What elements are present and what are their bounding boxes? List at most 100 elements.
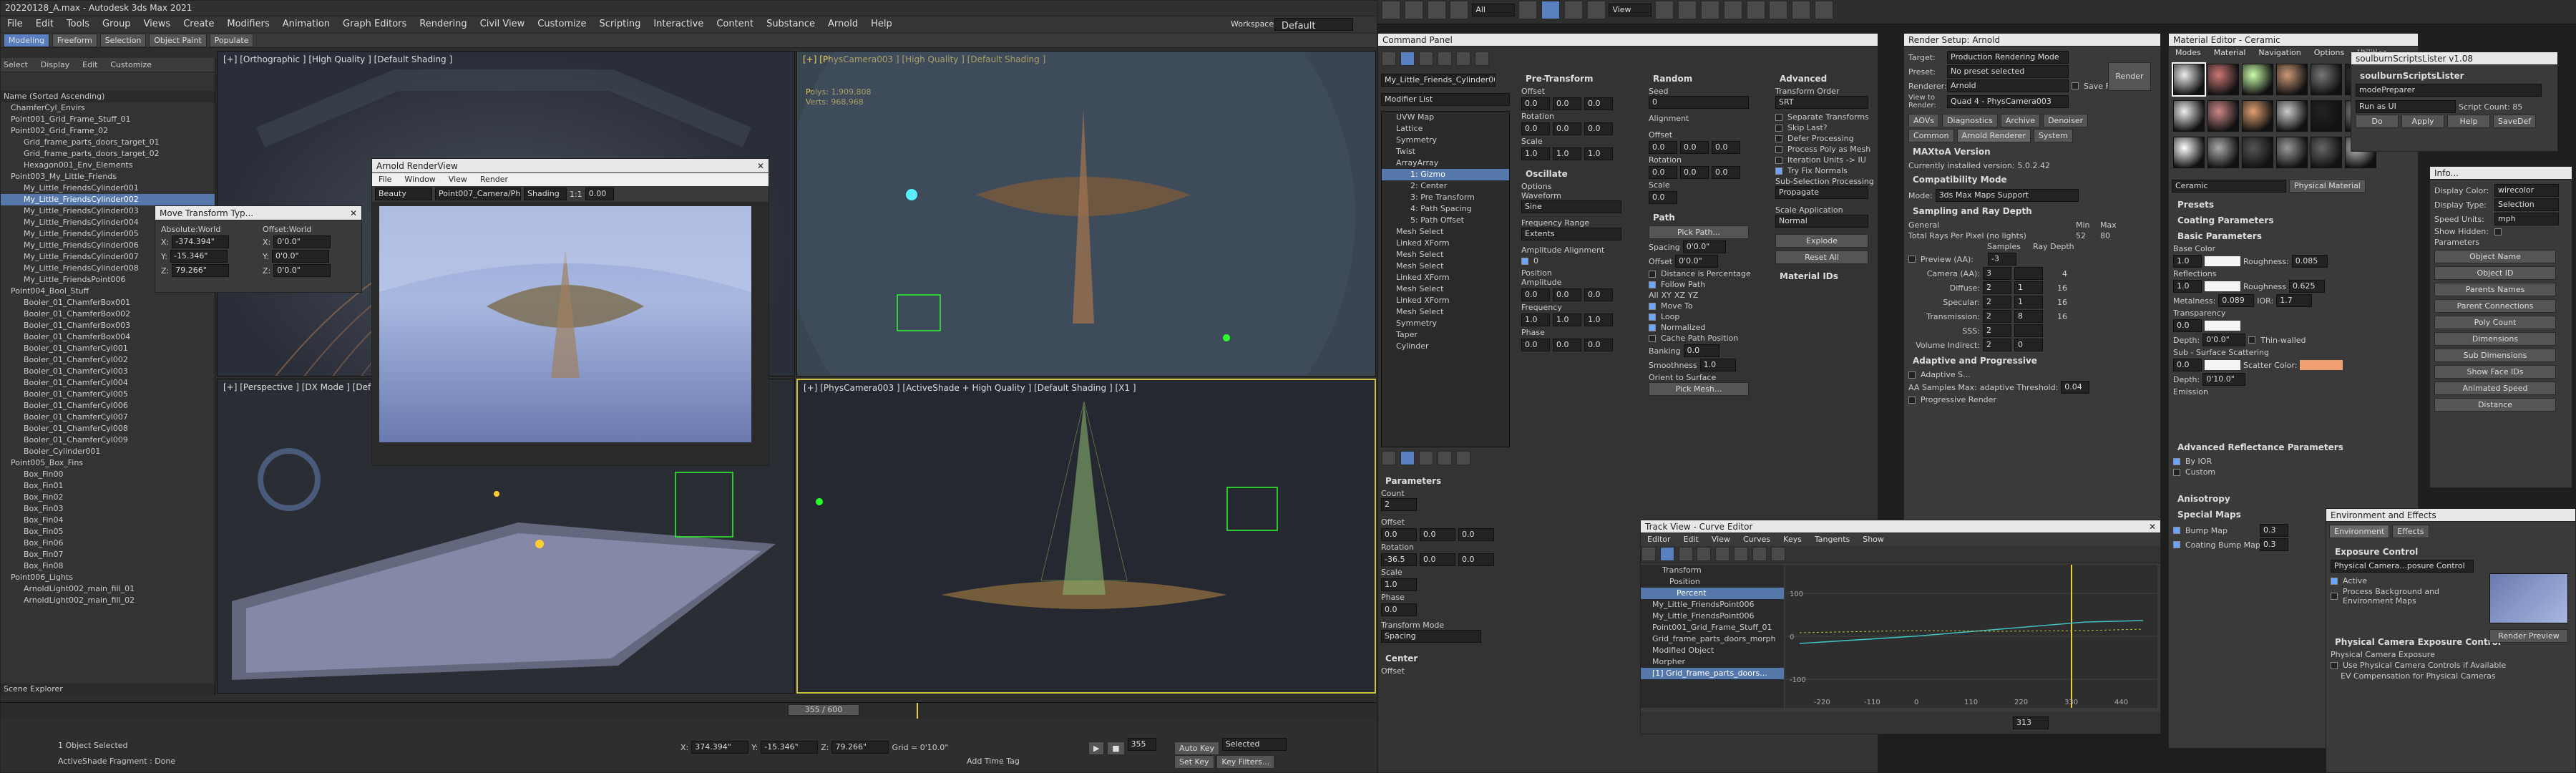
- track-tree-item[interactable]: [1] Grid_frame_parts_doors...: [1641, 668, 1784, 679]
- oscillate-header[interactable]: Oscillate: [1521, 166, 1643, 182]
- menu-group[interactable]: Group: [96, 16, 137, 32]
- material-slot[interactable]: [2242, 64, 2273, 95]
- normalized-checkbox[interactable]: [1649, 324, 1656, 331]
- sampling-samples-field[interactable]: 2: [1983, 296, 2011, 308]
- pt-offset-x[interactable]: 0.0: [1521, 97, 1550, 110]
- param-offset-z[interactable]: 0.0: [1458, 528, 1494, 541]
- se-item[interactable]: Grid_frame_parts_doors_target_01: [1, 137, 215, 148]
- preset-select[interactable]: No preset selected: [1947, 65, 2069, 78]
- save-file-checkbox[interactable]: [2072, 82, 2079, 89]
- skip-last-checkbox[interactable]: [1775, 124, 1782, 132]
- rand-off-y[interactable]: 0.0: [1680, 141, 1709, 154]
- key-filters-button[interactable]: Key Filters...: [1216, 755, 1275, 769]
- sss-depth-field[interactable]: 0'10.0": [2202, 373, 2246, 386]
- se-item[interactable]: My_Little_FriendsCylinder002: [1, 194, 215, 205]
- se-item[interactable]: My_Little_FriendsCylinder001: [1, 183, 215, 194]
- ribbon-tab-modeling[interactable]: Modeling: [4, 34, 50, 47]
- material-slot[interactable]: [2311, 64, 2342, 95]
- presets-header[interactable]: Presets: [2173, 197, 2414, 213]
- run-as-select[interactable]: Run as UI: [2356, 100, 2456, 113]
- rand-rot-z[interactable]: 0.0: [1712, 166, 1740, 179]
- pt-rot-z[interactable]: 0.0: [1584, 122, 1613, 135]
- exposure-value[interactable]: 0.00: [585, 188, 614, 200]
- curve-graph[interactable]: 100 0 -100 -220 -110 0 110 220 330 440: [1785, 565, 2157, 708]
- track-tree-item[interactable]: Modified Object: [1641, 645, 1784, 656]
- use-phys-checkbox[interactable]: [2331, 661, 2338, 669]
- progressive-checkbox[interactable]: [1908, 396, 1916, 404]
- menu-substance[interactable]: Substance: [760, 16, 821, 32]
- compat-select[interactable]: 3ds Max Maps Support: [1935, 189, 2079, 202]
- track-tree-item[interactable]: Transform: [1641, 565, 1784, 576]
- se-item[interactable]: Box_Fin02: [1, 492, 215, 503]
- sss-weight[interactable]: 0.0: [2173, 359, 2202, 371]
- me-menu-material[interactable]: Material: [2207, 47, 2253, 59]
- abs-y-field[interactable]: -15.346": [170, 250, 228, 263]
- banking-field[interactable]: 0.0: [1683, 344, 1719, 357]
- modifier-stack-item[interactable]: Mesh Select: [1382, 283, 1509, 295]
- rv-menu-file[interactable]: File: [372, 173, 398, 186]
- menu-rendering[interactable]: Rendering: [413, 16, 473, 32]
- soulburn-do-button[interactable]: Do: [2356, 115, 2399, 128]
- osc-amp-z[interactable]: 0.0: [1584, 288, 1613, 301]
- object-name-field[interactable]: My_Little_Friends_Cylinder002: [1381, 74, 1496, 87]
- selected-dropdown[interactable]: Selected: [1221, 738, 1287, 751]
- material-editor-icon[interactable]: [1769, 1, 1788, 19]
- modifier-stack-item[interactable]: Lattice: [1382, 123, 1509, 135]
- se-item[interactable]: Booler_01_ChamferCyl008: [1, 423, 215, 434]
- osc-phase-y[interactable]: 0.0: [1553, 339, 1581, 351]
- motion-tab-icon[interactable]: [1438, 52, 1452, 66]
- scatter-color-swatch[interactable]: [2300, 360, 2343, 370]
- sampling-depth-field[interactable]: [2014, 267, 2043, 280]
- osc-freq-range-select[interactable]: Extents: [1521, 228, 1621, 240]
- tab-denoiser[interactable]: Denoiser: [2043, 114, 2089, 127]
- se-item[interactable]: Box_Fin04: [1, 515, 215, 526]
- render-setup-icon[interactable]: [1792, 1, 1811, 19]
- current-frame[interactable]: 355: [1127, 738, 1156, 751]
- osc-freq-y[interactable]: 1.0: [1553, 313, 1581, 326]
- tab-archive[interactable]: Archive: [2000, 114, 2041, 127]
- align-icon[interactable]: [1723, 1, 1742, 19]
- exposure-header[interactable]: Exposure Control: [2331, 544, 2571, 560]
- cache-checkbox[interactable]: [1649, 334, 1656, 342]
- se-item[interactable]: Booler_01_ChamferCyl007: [1, 412, 215, 423]
- modifier-stack-item[interactable]: ArrayArray: [1382, 157, 1509, 169]
- material-slot[interactable]: [2172, 62, 2206, 97]
- ribbon-tab-selection[interactable]: Selection: [99, 34, 147, 47]
- random-header[interactable]: Random: [1649, 71, 1770, 87]
- script-select[interactable]: modePreparer: [2356, 84, 2542, 97]
- axis-xz[interactable]: XZ: [1674, 291, 1685, 300]
- sampling-depth-field[interactable]: 1: [2014, 296, 2043, 308]
- se-item[interactable]: Point001_Grid_Frame_Stuff_01: [1, 114, 215, 125]
- modifier-stack-item[interactable]: Mesh Select: [1382, 226, 1509, 238]
- axis-yz[interactable]: YZ: [1688, 291, 1698, 300]
- render-button[interactable]: Render: [2108, 62, 2151, 91]
- se-item[interactable]: Point003_My_Little_Friends: [1, 171, 215, 183]
- select-icon[interactable]: [1518, 1, 1538, 19]
- param-offset-x[interactable]: 0.0: [1381, 528, 1417, 541]
- sampling-samples-field[interactable]: 2: [1983, 339, 2011, 351]
- pt-scale-y[interactable]: 1.0: [1553, 147, 1581, 160]
- modifier-stack-item[interactable]: Taper: [1382, 329, 1509, 341]
- se-item[interactable]: Box_Fin08: [1, 560, 215, 572]
- metalness-field[interactable]: 0.089: [2218, 294, 2255, 307]
- material-slot[interactable]: [2242, 137, 2273, 168]
- compat-header[interactable]: Compatibility Mode: [1908, 172, 2156, 188]
- seed-field[interactable]: 0: [1649, 96, 1749, 109]
- tab-effects[interactable]: Effects: [2392, 525, 2429, 538]
- material-type-button[interactable]: Physical Material: [2289, 179, 2366, 193]
- unlink-icon[interactable]: [1450, 1, 1469, 19]
- info-button[interactable]: Parents Names: [2434, 283, 2556, 296]
- coating-bump-checkbox[interactable]: [2173, 541, 2180, 548]
- modifier-stack-item[interactable]: Mesh Select: [1382, 306, 1509, 318]
- menu-content[interactable]: Content: [710, 16, 760, 32]
- param-rotation-y[interactable]: 0.0: [1420, 553, 1455, 566]
- adaptive-threshold-field[interactable]: 0.04: [2061, 381, 2090, 394]
- loop-checkbox[interactable]: [1649, 313, 1656, 321]
- tv-menu-edit[interactable]: Edit: [1677, 533, 1705, 546]
- se-item[interactable]: Booler_01_ChamferCyl001: [1, 343, 215, 354]
- menu-interactive[interactable]: Interactive: [647, 16, 710, 32]
- target-select[interactable]: Production Rendering Mode: [1947, 51, 2069, 64]
- se-item[interactable]: Booler_01_ChamferCyl006: [1, 400, 215, 412]
- sampling-depth-field[interactable]: 0: [2014, 339, 2043, 351]
- ribbon-tab-populate[interactable]: Populate: [209, 34, 254, 47]
